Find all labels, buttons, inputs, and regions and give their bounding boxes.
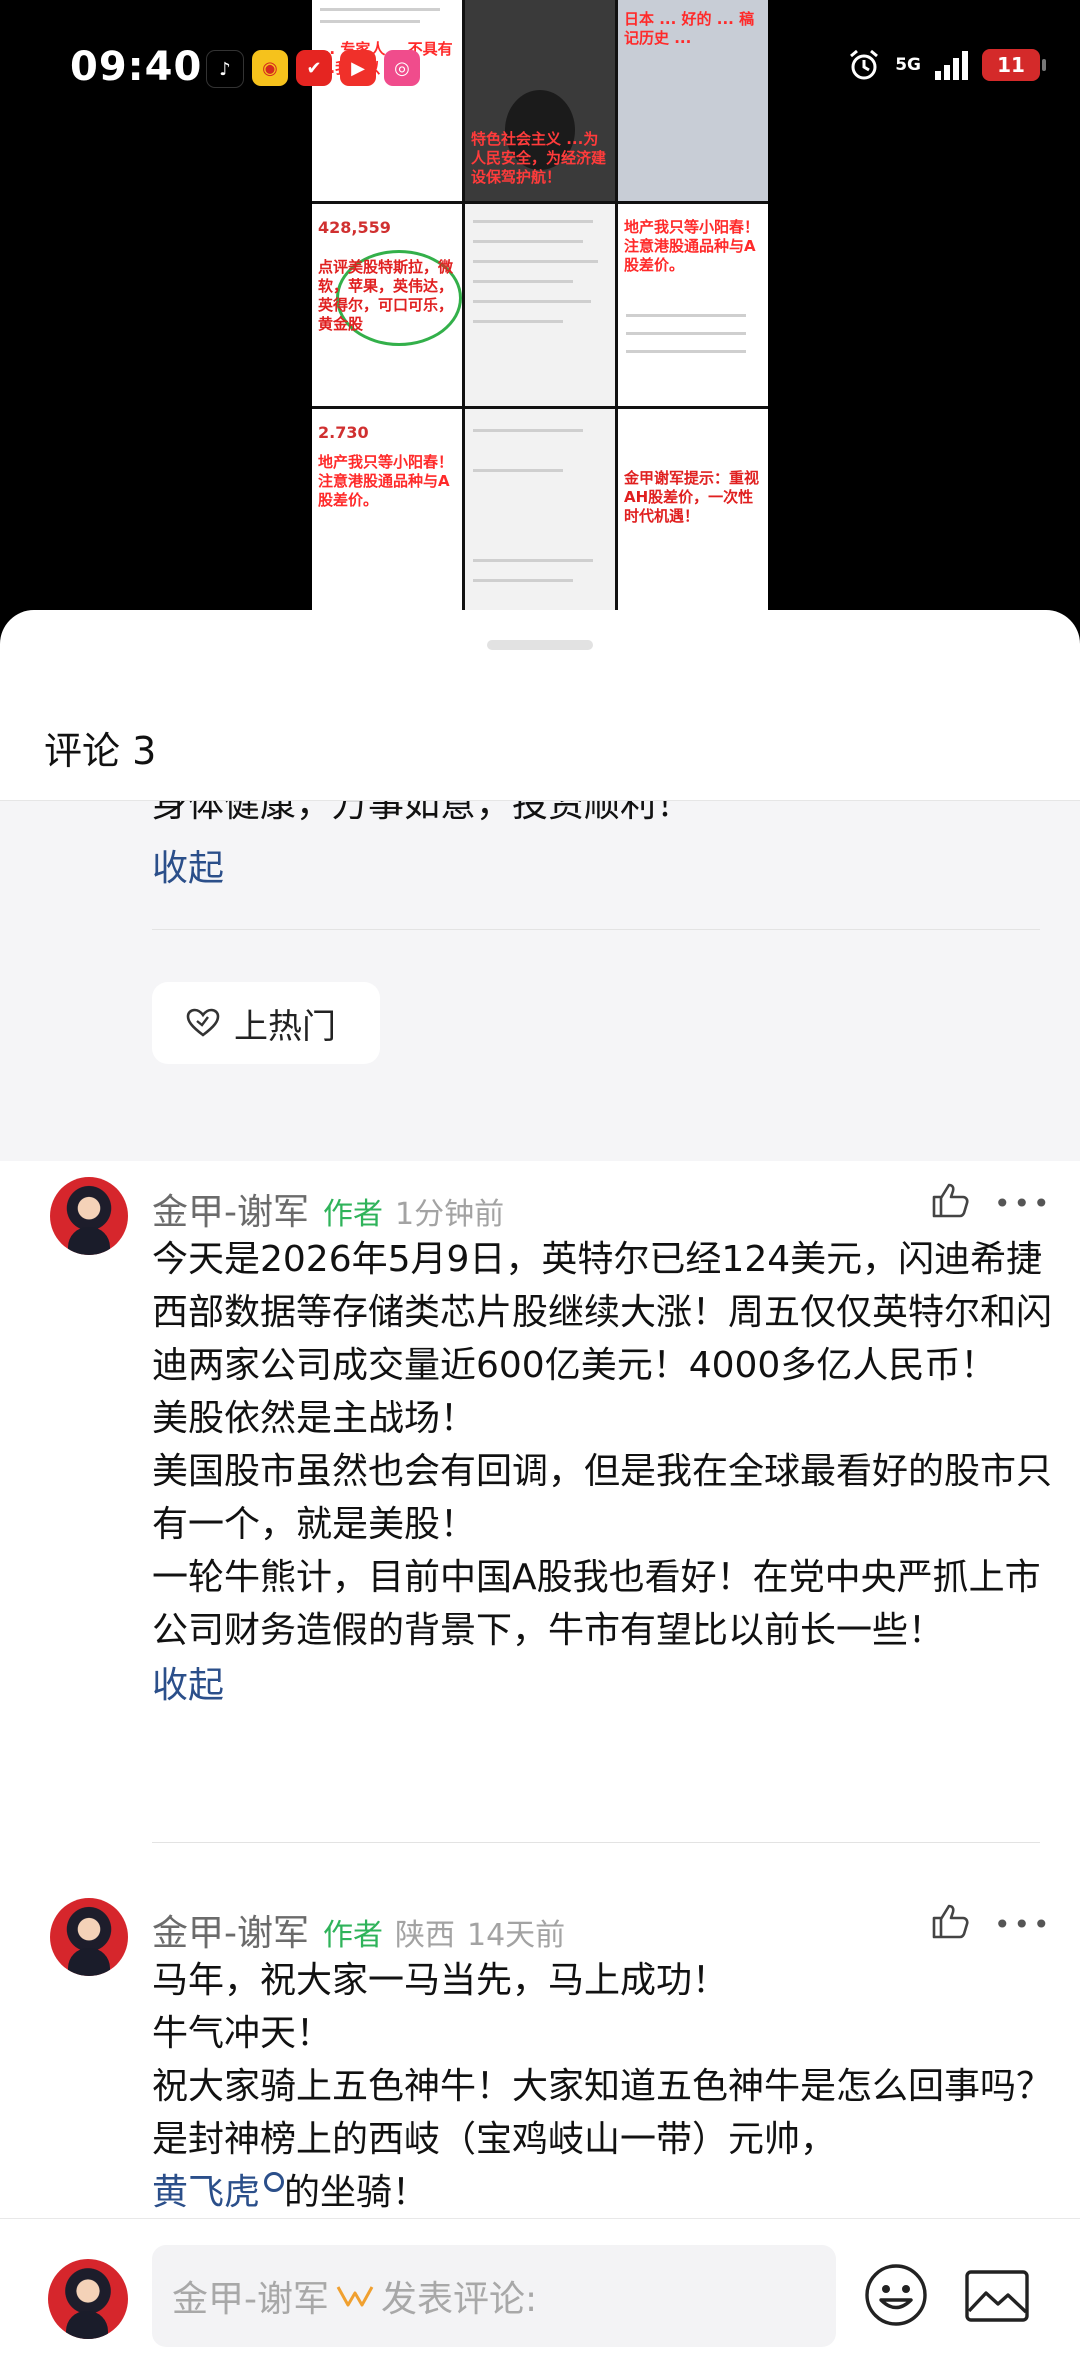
comment-input[interactable]: 金甲-谢军 发表评论: xyxy=(152,2245,836,2347)
comment-text: 的坐骑！ xyxy=(284,2172,429,2213)
divider xyxy=(152,1842,1040,1843)
emoji-icon[interactable] xyxy=(864,2263,928,2327)
placeholder-name: 金甲-谢军 xyxy=(172,2279,329,2320)
comment-input-bar: 金甲-谢军 发表评论: xyxy=(0,2218,1080,2372)
status-bar: 09:40 ♪ ◉ ✔ ▶ ◎ 5G 11 xyxy=(0,0,1080,140)
search-icon xyxy=(264,2172,285,2192)
comment-body: 今天是2026年5月9日，英特尔已经124美元，闪迪希捷西部数据等存储类芯片股继… xyxy=(152,1233,1052,1712)
author-badge: 作者 xyxy=(323,1918,383,1953)
collapse-link[interactable]: 收起 xyxy=(152,1659,1052,1712)
topic-link[interactable]: 黄飞虎 xyxy=(152,2172,260,2213)
comment-paragraph: 一轮牛熊计，目前中国A股我也看好！在党中央严抓上市公司财务造假的背景下，牛市有望… xyxy=(152,1557,1041,1651)
author-badge: 作者 xyxy=(323,1197,383,1232)
video-tile xyxy=(465,204,615,406)
video-tile: 金甲谢军提示：重视AH股差价，一次性时代机遇！ xyxy=(618,408,768,610)
collapse-link[interactable]: 收起 xyxy=(152,839,224,891)
thumbs-up-icon[interactable] xyxy=(930,1181,970,1219)
my-avatar[interactable] xyxy=(48,2259,128,2339)
comment-paragraph: 马年，祝大家一马当先，马上成功！ xyxy=(152,1960,729,2001)
divider xyxy=(152,929,1040,930)
pink-app-icon: ◎ xyxy=(384,50,420,86)
comment-meta: 金甲-谢军 作者 1分钟前 xyxy=(152,1183,504,1235)
avatar[interactable] xyxy=(50,1898,128,1976)
drag-handle[interactable] xyxy=(487,640,593,650)
heart-icon xyxy=(186,1008,220,1037)
video-tile: 428,559 点评美股特斯拉，微软，苹果，英伟达，英得尔，可口可乐，黄金股 xyxy=(312,204,462,406)
thumbs-up-icon[interactable] xyxy=(930,1902,970,1940)
tiktok-icon: ♪ xyxy=(206,50,244,88)
battery-level: 11 xyxy=(997,53,1025,77)
comment-paragraph: 祝大家骑上五色神牛！大家知道五色神牛是怎么回事吗？是封神榜上的西岐（宝鸡岐山一带… xyxy=(152,2066,1053,2160)
previous-comment-tail: 身体健康，万事如意，投资顺利！ xyxy=(152,801,693,825)
comment-paragraph: 美股依然是主战场！ xyxy=(152,1398,477,1439)
boost-hot-button[interactable]: 上热门 xyxy=(152,982,380,1064)
system-icons: 5G 11 xyxy=(847,48,1046,82)
comment-sheet: 评论 3 身体健康，万事如意，投资顺利！ 收起 上热门 金甲-谢军 作者 1分钟… xyxy=(0,610,1080,2372)
comment-item: 金甲-谢军 作者 1分钟前 ••• 今天是2026年5月9日，英特尔已经124美… xyxy=(0,1161,1080,1761)
more-icon[interactable]: ••• xyxy=(994,1911,1053,1939)
more-icon[interactable]: ••• xyxy=(994,1190,1053,1218)
boost-hot-label: 上热门 xyxy=(234,1006,336,1047)
video-tile: 2.730 地产我只等小阳春！注意港股通品种与A股差价。 xyxy=(312,408,462,610)
comment-body: 马年，祝大家一马当先，马上成功！ 牛气冲天！ 祝大家骑上五色神牛！大家知道五色神… xyxy=(152,1954,1062,2219)
notification-icons: ♪ ◉ ✔ ▶ ◎ xyxy=(206,50,420,88)
video-tile: 地产我只等小阳春！注意港股通品种与A股差价。 xyxy=(618,204,768,406)
video-background: ... 专家人 ...不具有 ...我是以 ... 特色社会主义 ...为人民安… xyxy=(0,0,1080,640)
video-tile xyxy=(465,408,615,610)
comment-username[interactable]: 金甲-谢军 xyxy=(152,1904,309,1956)
network-label: 5G xyxy=(895,55,921,75)
red-app-icon: ✔ xyxy=(296,50,332,86)
status-time: 09:40 xyxy=(70,44,203,90)
comment-paragraph: 牛气冲天！ xyxy=(152,2013,333,2054)
comment-placeholder: 金甲-谢军 发表评论: xyxy=(172,2270,537,2322)
image-icon[interactable] xyxy=(964,2269,1030,2323)
placeholder-action: 发表评论: xyxy=(381,2279,538,2320)
comment-time: 1分钟前 xyxy=(395,1197,505,1232)
signal-icon xyxy=(935,50,968,80)
comment-username[interactable]: 金甲-谢军 xyxy=(152,1183,309,1235)
battery-icon: 11 xyxy=(982,49,1046,81)
comment-location: 陕西 xyxy=(395,1918,455,1953)
alarm-icon xyxy=(850,49,879,80)
video-app-icon: ▶ xyxy=(340,50,376,86)
comment-time: 14天前 xyxy=(467,1918,566,1953)
comment-paragraph: 美国股市虽然也会有回调，但是我在全球最看好的股市只有一个，就是美股！ xyxy=(152,1451,1053,1545)
comment-item: 金甲-谢军 作者 陕西 14天前 ••• 马年，祝大家一马当先，马上成功！ 牛气… xyxy=(0,1866,1080,2226)
comment-paragraph: 黄飞虎 的坐骑！ xyxy=(152,2166,1062,2219)
comment-meta: 金甲-谢军 作者 陕西 14天前 xyxy=(152,1904,565,1956)
avatar[interactable] xyxy=(50,1177,128,1255)
sheet-title: 评论 3 xyxy=(44,729,157,773)
comment-paragraph: 今天是2026年5月9日，英特尔已经124美元，闪迪希捷西部数据等存储类芯片股继… xyxy=(152,1239,1053,1386)
weibo-icon: ◉ xyxy=(252,50,288,86)
verified-badge-icon xyxy=(336,2286,374,2307)
